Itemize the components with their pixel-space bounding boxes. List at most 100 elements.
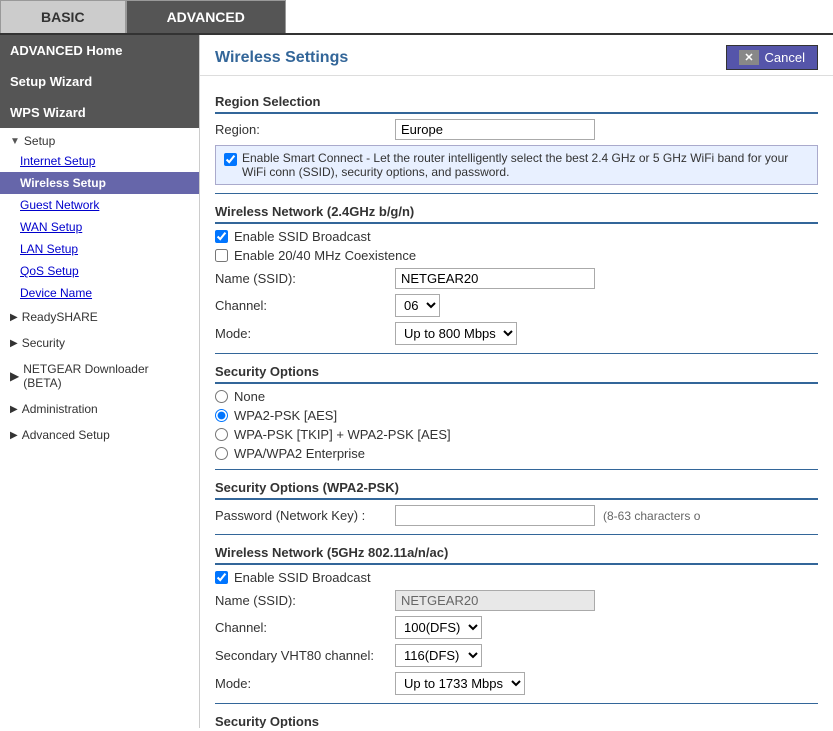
cancel-button[interactable]: ✕ Cancel [726, 45, 818, 70]
sidebar-section-setup-label: Setup [24, 134, 55, 148]
security-enterprise-label: WPA/WPA2 Enterprise [234, 446, 365, 461]
sidebar-section-readyshare[interactable]: ▶ ReadySHARE [0, 304, 199, 330]
advanced-setup-arrow-icon: ▶ [10, 430, 18, 441]
sidebar-section-security[interactable]: ▶ Security [0, 330, 199, 356]
sidebar-administration-label: Administration [22, 402, 98, 416]
enable-ssid-broadcast-24-label: Enable SSID Broadcast [234, 229, 371, 244]
security-wpapsk-row: WPA-PSK [TKIP] + WPA2-PSK [AES] [215, 427, 818, 442]
setup-arrow-icon: ▼ [10, 136, 20, 147]
sidebar-item-internet-setup[interactable]: Internet Setup [0, 150, 199, 172]
sidebar-item-wireless-setup[interactable]: Wireless Setup [0, 172, 199, 194]
region-label: Region: [215, 122, 395, 137]
secondary-vht80-label: Secondary VHT80 channel: [215, 648, 395, 663]
enable-ssid-broadcast-5g-checkbox[interactable] [215, 571, 228, 584]
channel-24-label: Channel: [215, 298, 395, 313]
content-body: Region Selection Region: Enable Smart Co… [200, 76, 833, 728]
sidebar-readyshare-label: ReadySHARE [22, 310, 98, 324]
region-section-title: Region Selection [215, 94, 818, 114]
security-wpa2psk-row: WPA2-PSK [AES] [215, 408, 818, 423]
password-input[interactable] [395, 505, 595, 526]
enable-2040-coexistence-row: Enable 20/40 MHz Coexistence [215, 248, 818, 263]
secondary-vht80-row: Secondary VHT80 channel: Auto36404448 10… [215, 644, 818, 667]
sidebar-item-setup-wizard[interactable]: Setup Wizard [0, 66, 199, 97]
wireless-24-section-title: Wireless Network (2.4GHz b/g/n) [215, 204, 818, 224]
ssid-24-label: Name (SSID): [215, 271, 395, 286]
security-5g-section-title: Security Options [215, 714, 818, 728]
main-content: Wireless Settings ✕ Cancel Region Select… [200, 35, 833, 728]
main-header: Wireless Settings ✕ Cancel [200, 35, 833, 76]
ssid-24-input[interactable] [395, 268, 595, 289]
region-input[interactable] [395, 119, 595, 140]
tab-advanced[interactable]: ADVANCED [126, 0, 286, 33]
secondary-vht80-select[interactable]: Auto36404448 100(DFS)104(DFS)108(DFS)112… [395, 644, 482, 667]
sidebar-section-advanced-setup[interactable]: ▶ Advanced Setup [0, 422, 199, 448]
sidebar-item-wan-setup[interactable]: WAN Setup [0, 216, 199, 238]
smart-connect-checkbox[interactable] [224, 153, 237, 166]
x-icon: ✕ [739, 50, 758, 65]
divider-2 [215, 353, 818, 354]
enable-2040-coexistence-label: Enable 20/40 MHz Coexistence [234, 248, 416, 263]
divider-4 [215, 534, 818, 535]
channel-5g-row: Channel: Auto36404448 100(DFS)104(DFS) [215, 616, 818, 639]
channel-5g-label: Channel: [215, 620, 395, 635]
channel-5g-select[interactable]: Auto36404448 100(DFS)104(DFS) [395, 616, 482, 639]
cancel-label: Cancel [765, 50, 805, 65]
mode-24-row: Mode: Up to 54 Mbps Up to 130 Mbps Up to… [215, 322, 818, 345]
divider-1 [215, 193, 818, 194]
enable-ssid-broadcast-24-row: Enable SSID Broadcast [215, 229, 818, 244]
divider-3 [215, 469, 818, 470]
enable-ssid-broadcast-24-checkbox[interactable] [215, 230, 228, 243]
security-none-label: None [234, 389, 265, 404]
security-section-title: Security Options [215, 364, 818, 384]
security-enterprise-radio[interactable] [215, 447, 228, 460]
mode-24-label: Mode: [215, 326, 395, 341]
sidebar-item-lan-setup[interactable]: LAN Setup [0, 238, 199, 260]
security-wpa2psk-radio[interactable] [215, 409, 228, 422]
channel-24-select[interactable]: 0102030405 060708091011 [395, 294, 440, 317]
smart-connect-notice: Enable Smart Connect - Let the router in… [215, 145, 818, 185]
security-wpapsk-label: WPA-PSK [TKIP] + WPA2-PSK [AES] [234, 427, 451, 442]
password-label: Password (Network Key) : [215, 508, 395, 523]
region-row: Region: [215, 119, 818, 140]
security-enterprise-row: WPA/WPA2 Enterprise [215, 446, 818, 461]
tab-basic[interactable]: BASIC [0, 0, 126, 33]
sidebar-item-wps-wizard[interactable]: WPS Wizard [0, 97, 199, 128]
smart-connect-text: Enable Smart Connect - Let the router in… [242, 151, 809, 179]
ssid-5g-input[interactable] [395, 590, 595, 611]
sidebar-item-qos-setup[interactable]: QoS Setup [0, 260, 199, 282]
enable-2040-coexistence-checkbox[interactable] [215, 249, 228, 262]
channel-24-row: Channel: 0102030405 060708091011 [215, 294, 818, 317]
security-wpa2psk-label: WPA2-PSK [AES] [234, 408, 337, 423]
mode-5g-select[interactable]: Up to 54 Mbps Up to 289 Mbps Up to 600 M… [395, 672, 525, 695]
mode-5g-label: Mode: [215, 676, 395, 691]
ssid-24-row: Name (SSID): [215, 268, 818, 289]
sidebar-section-netgear-downloader[interactable]: ▶ NETGEAR Downloader (BETA) [0, 356, 199, 396]
divider-5 [215, 703, 818, 704]
password-row: Password (Network Key) : (8-63 character… [215, 505, 818, 526]
sidebar-item-device-name[interactable]: Device Name [0, 282, 199, 304]
security-arrow-icon: ▶ [10, 338, 18, 349]
sidebar-security-label: Security [22, 336, 65, 350]
netgear-downloader-arrow-icon: ▶ [10, 369, 19, 383]
security-none-row: None [215, 389, 818, 404]
sidebar: ADVANCED Home Setup Wizard WPS Wizard ▼ … [0, 35, 200, 728]
ssid-5g-label: Name (SSID): [215, 593, 395, 608]
mode-5g-row: Mode: Up to 54 Mbps Up to 289 Mbps Up to… [215, 672, 818, 695]
top-tab-bar: BASIC ADVANCED [0, 0, 833, 35]
readyshare-arrow-icon: ▶ [10, 312, 18, 323]
wireless-5g-section-title: Wireless Network (5GHz 802.11a/n/ac) [215, 545, 818, 565]
ssid-5g-row: Name (SSID): [215, 590, 818, 611]
sidebar-item-advanced-home[interactable]: ADVANCED Home [0, 35, 199, 66]
mode-24-select[interactable]: Up to 54 Mbps Up to 130 Mbps Up to 300 M… [395, 322, 517, 345]
enable-ssid-broadcast-5g-label: Enable SSID Broadcast [234, 570, 371, 585]
password-hint: (8-63 characters o [603, 509, 700, 523]
sidebar-netgear-downloader-label: NETGEAR Downloader (BETA) [23, 362, 189, 390]
sidebar-section-setup[interactable]: ▼ Setup [0, 128, 199, 150]
enable-ssid-broadcast-5g-row: Enable SSID Broadcast [215, 570, 818, 585]
security-wpapsk-radio[interactable] [215, 428, 228, 441]
sidebar-item-guest-network[interactable]: Guest Network [0, 194, 199, 216]
sidebar-advanced-setup-label: Advanced Setup [22, 428, 110, 442]
security-none-radio[interactable] [215, 390, 228, 403]
sidebar-section-administration[interactable]: ▶ Administration [0, 396, 199, 422]
page-title: Wireless Settings [215, 49, 348, 67]
